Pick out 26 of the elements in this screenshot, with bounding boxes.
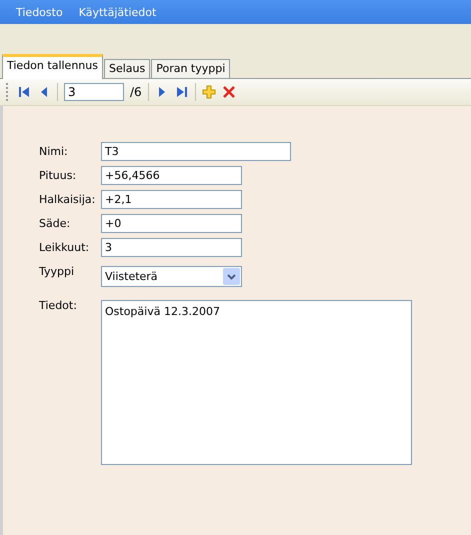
input-field[interactable]: T3 (101, 142, 291, 161)
field-label: Pituus: (39, 169, 78, 182)
field-label: Halkaisija: (39, 193, 96, 206)
menu-item[interactable]: Käyttäjätiedot (70, 6, 164, 18)
last-record-icon[interactable] (174, 85, 189, 99)
tab[interactable]: Tiedon tallennus (2, 54, 103, 79)
field-label: Tiedot: (39, 298, 78, 312)
dropdown[interactable]: Viisteterä (101, 266, 242, 287)
field-label: Tyyppi (39, 264, 76, 278)
input-field[interactable]: +56,4566 (101, 166, 242, 185)
dropdown-button[interactable] (223, 268, 240, 285)
position-field[interactable]: 3 (64, 83, 124, 101)
first-record-icon[interactable] (17, 85, 31, 99)
text-area[interactable]: Ostopäivä 12.3.2007 (101, 300, 412, 465)
field-label: Leikkuut: (39, 241, 90, 254)
input-field[interactable]: +0 (101, 214, 242, 233)
record-count: /6 (130, 85, 142, 99)
input-field[interactable]: 3 (101, 238, 242, 257)
tab[interactable]: Selaus (104, 59, 150, 78)
menu-item[interactable]: Tiedosto (8, 6, 71, 18)
tab[interactable]: Poran tyyppi (151, 59, 230, 78)
chevron-down-icon (227, 274, 236, 280)
input-field[interactable]: +2,1 (101, 190, 242, 209)
delete-icon[interactable] (222, 85, 236, 99)
field-label: Nimi: (39, 145, 69, 158)
field-label: Säde: (39, 217, 72, 230)
